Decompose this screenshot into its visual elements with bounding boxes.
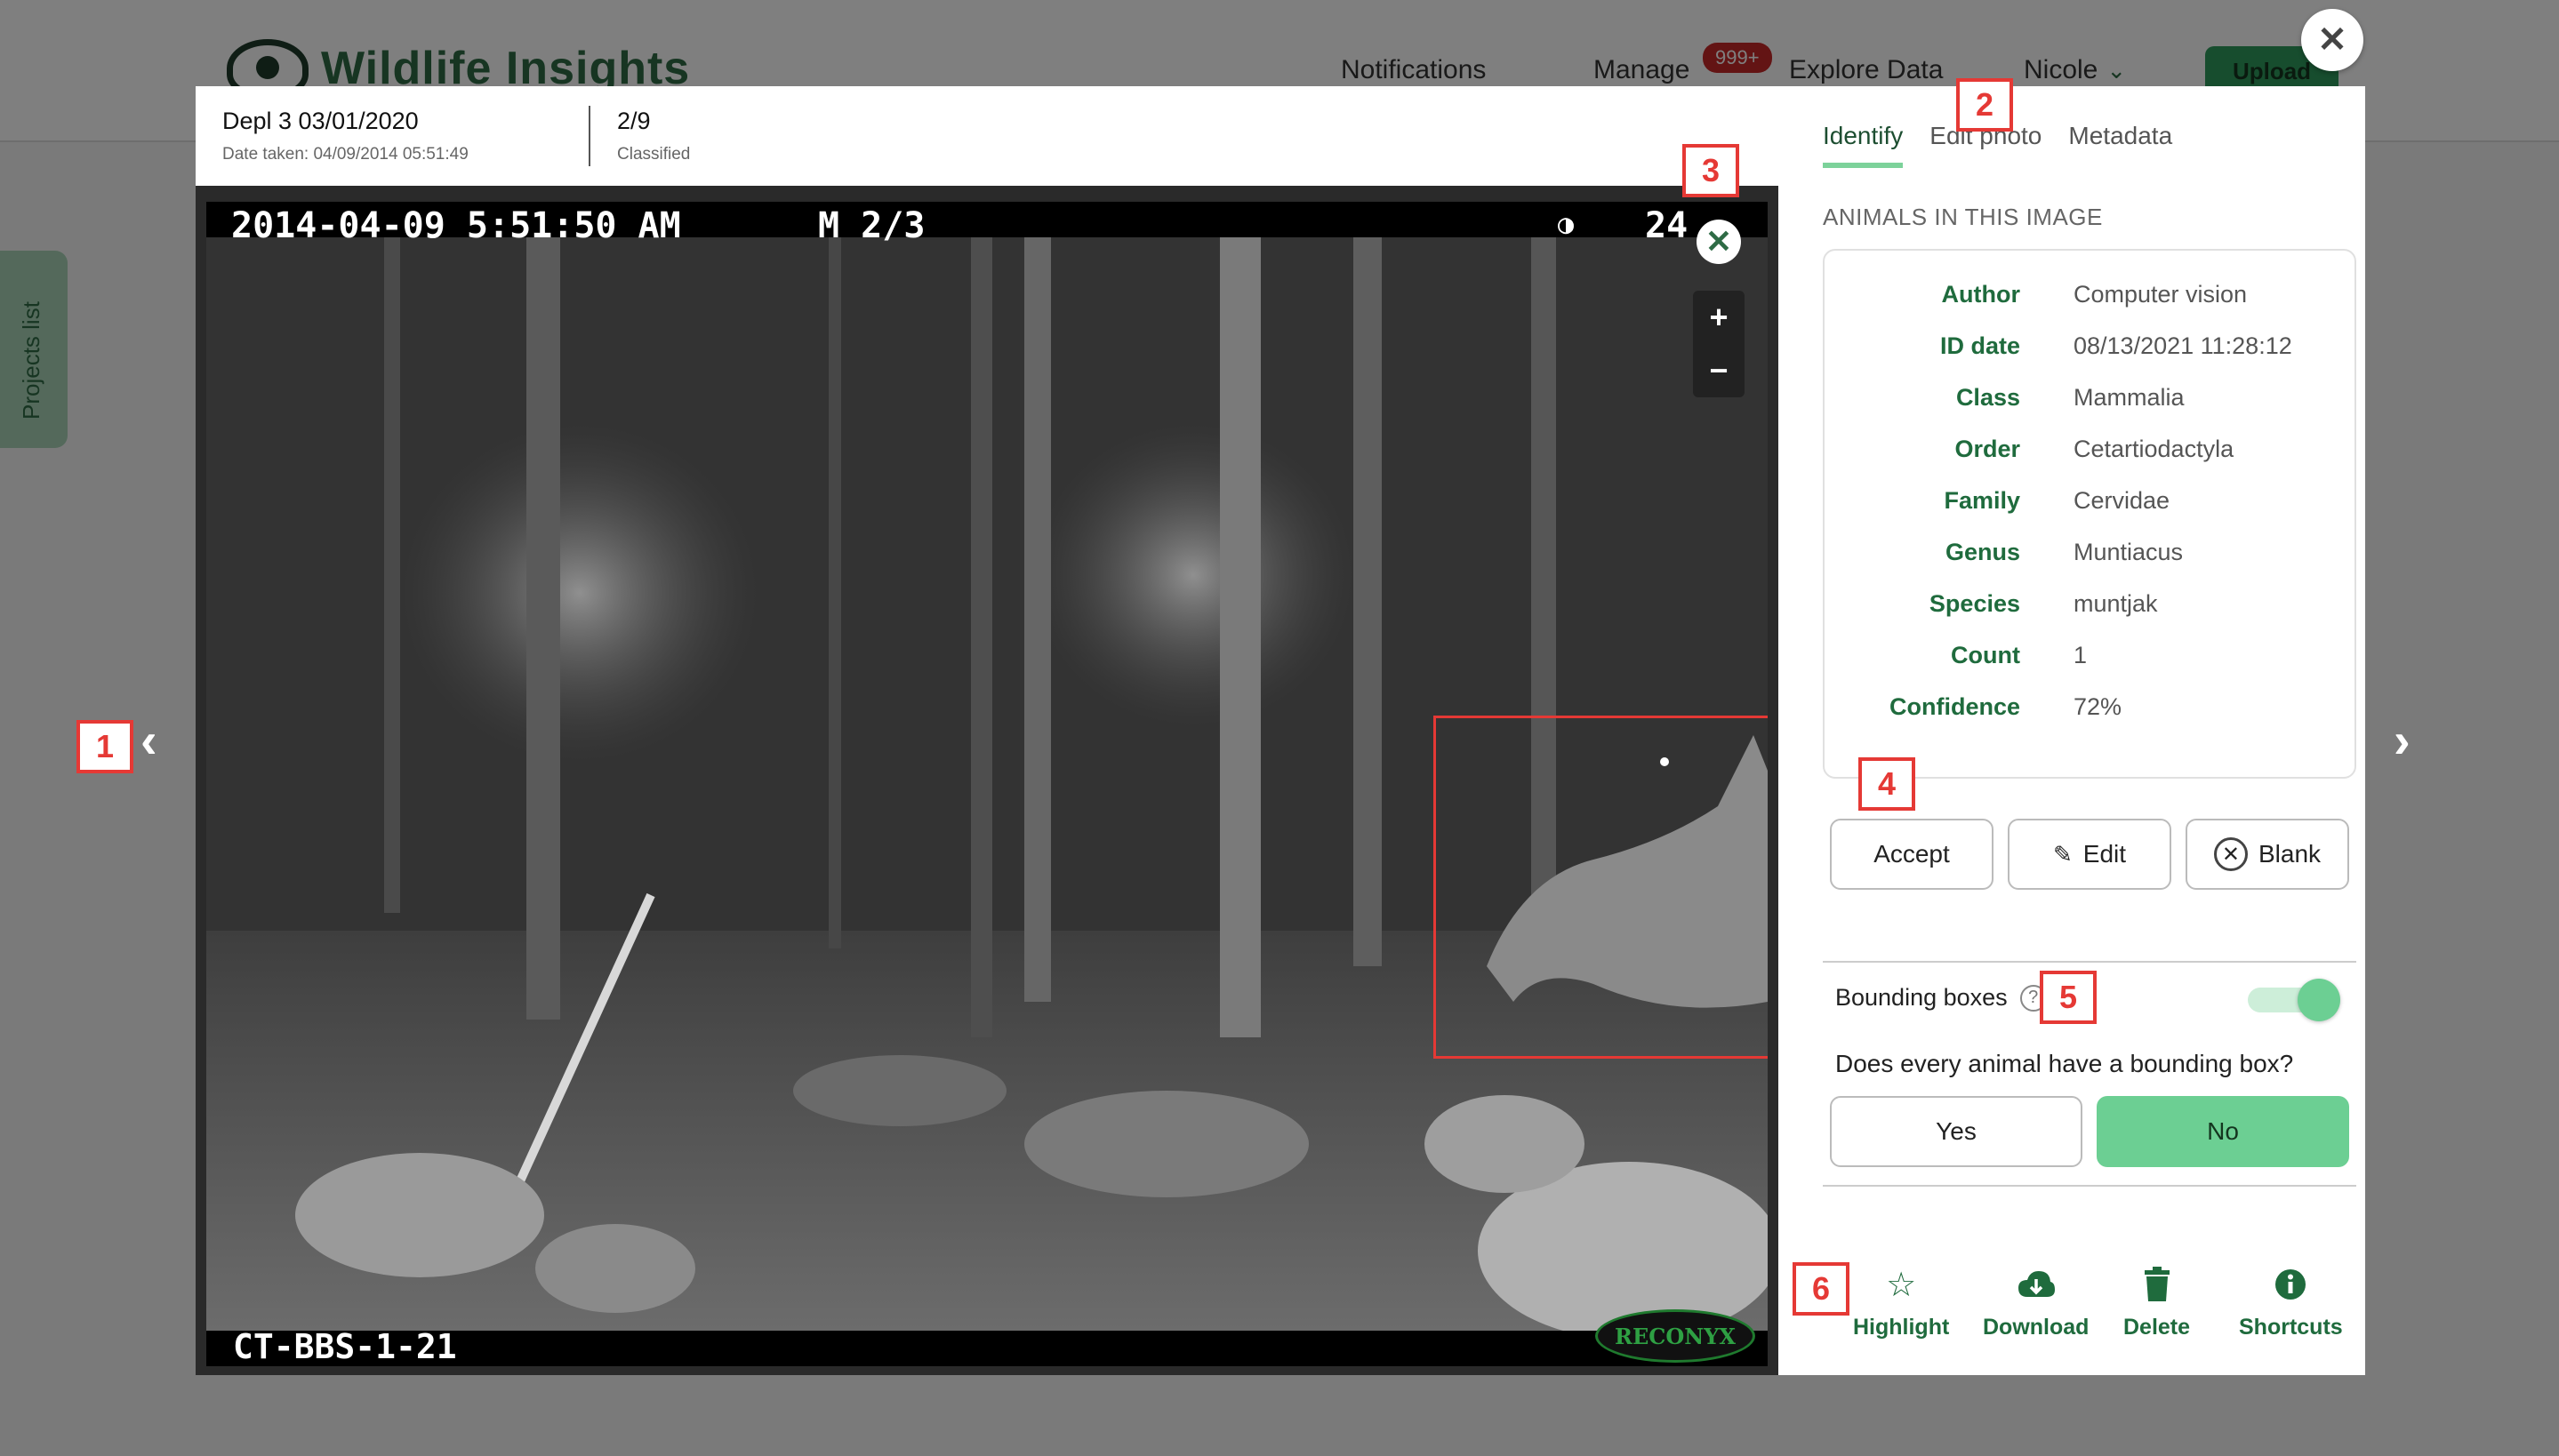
info-value: 08/13/2021 11:28:12 <box>2074 332 2292 359</box>
photo-burst: M 2/3 <box>818 205 926 246</box>
timestamp-bar: 2014-04-09 5:51:50 AM M 2/3 ◑ 24 <box>206 202 1768 246</box>
bounding-boxes-setting: Bounding boxes ? <box>1835 984 2047 1012</box>
animal-bounding-box[interactable] <box>1433 716 1768 1059</box>
info-value: Cetartiodactyla <box>2074 436 2234 462</box>
image-viewer: 2014-04-09 5:51:50 AM M 2/3 ◑ 24 ✕ + − C… <box>196 186 1778 1375</box>
info-value: Computer vision <box>2074 281 2248 308</box>
close-icon: ✕ <box>2317 20 2347 60</box>
deployment-title: Depl 3 03/01/2020 <box>222 108 419 134</box>
remove-photo-button[interactable]: ✕ <box>1697 220 1741 264</box>
photo-temperature: 24 <box>1645 205 1689 246</box>
moon-phase-icon: ◑ <box>1558 209 1575 240</box>
identification-card: Author Computer vision ID date 08/13/2021 … <box>1823 249 2356 779</box>
info-row-genus: Genus Muntiacus <box>1825 539 2358 578</box>
info-row-species: Species muntjak <box>1825 590 2358 629</box>
circle-x-icon: ✕ <box>2213 837 2248 871</box>
annotation-marker-6: 6 <box>1793 1262 1849 1316</box>
pencil-icon: ✎ <box>2052 840 2073 868</box>
toggle-knob <box>2298 979 2340 1021</box>
identify-panel: Identify Edit photo Metadata ANIMALS IN … <box>1778 86 2365 1375</box>
trash-icon <box>2143 1265 2171 1304</box>
camera-id: CT-BBS-1-21 <box>233 1327 457 1366</box>
star-icon: ☆ <box>1886 1266 1917 1304</box>
info-key: Order <box>1954 436 2020 462</box>
footer-actions: ☆ Highlight Download Delete Shortcuts <box>1823 1265 2356 1354</box>
shortcuts-button[interactable]: Shortcuts <box>2239 1265 2343 1340</box>
cloud-download-icon <box>2017 1265 2056 1304</box>
previous-image-button[interactable]: ‹ <box>140 711 157 769</box>
annotation-marker-2: 2 <box>1956 78 2013 132</box>
accept-button[interactable]: Accept <box>1830 819 1993 890</box>
annotation-marker-3: 3 <box>1682 144 1739 197</box>
info-key: Confidence <box>1889 693 2020 720</box>
chevron-left-icon: ‹ <box>140 712 157 768</box>
blank-button[interactable]: ✕ Blank <box>2186 819 2349 890</box>
no-button[interactable]: No <box>2097 1096 2349 1167</box>
info-key: Count <box>1951 642 2020 668</box>
bounding-boxes-label: Bounding boxes <box>1835 984 2008 1011</box>
info-row-id-date: ID date 08/13/2021 11:28:12 <box>1825 332 2358 372</box>
info-key: Family <box>1944 487 2020 514</box>
camera-trap-photo[interactable]: 2014-04-09 5:51:50 AM M 2/3 ◑ 24 ✕ + − C… <box>206 202 1768 1366</box>
accept-label: Accept <box>1873 840 1950 868</box>
download-label: Download <box>1983 1315 2090 1340</box>
image-position: 2/9 <box>617 108 651 134</box>
shortcuts-label: Shortcuts <box>2239 1315 2343 1340</box>
delete-button[interactable]: Delete <box>2123 1265 2190 1340</box>
tab-identify[interactable]: Identify <box>1823 122 1904 168</box>
info-row-order: Order Cetartiodactyla <box>1825 436 2358 475</box>
info-row-family: Family Cervidae <box>1825 487 2358 526</box>
annotation-marker-4: 4 <box>1858 757 1915 811</box>
info-value: muntjak <box>2074 590 2158 617</box>
info-key: Class <box>1955 384 2020 411</box>
zoom-controls: + − <box>1693 291 1745 397</box>
annotation-marker-5: 5 <box>2040 971 2097 1024</box>
info-value: 72% <box>2074 693 2122 720</box>
date-taken: Date taken: 04/09/2014 05:51:49 <box>222 145 469 164</box>
chevron-right-icon: › <box>2394 712 2411 768</box>
animals-section-label: ANIMALS IN THIS IMAGE <box>1823 204 2103 230</box>
info-value: Mammalia <box>2074 384 2185 411</box>
info-row-class: Class Mammalia <box>1825 384 2358 423</box>
info-key: Author <box>1941 281 2020 308</box>
info-key: Genus <box>1945 539 2020 565</box>
annotation-marker-1: 1 <box>76 720 133 773</box>
info-value: Muntiacus <box>2074 539 2184 565</box>
info-row-author: Author Computer vision <box>1825 281 2358 320</box>
highlight-label: Highlight <box>1853 1315 1950 1340</box>
info-value: 1 <box>2074 642 2088 668</box>
divider <box>1823 961 2356 963</box>
next-image-button[interactable]: › <box>2394 711 2411 769</box>
divider <box>1823 1185 2356 1187</box>
zoom-out-button[interactable]: − <box>1693 344 1745 397</box>
close-modal-button[interactable]: ✕ <box>2301 9 2363 71</box>
photo-timestamp: 2014-04-09 5:51:50 AM <box>231 205 681 246</box>
tab-metadata[interactable]: Metadata <box>2068 122 2172 168</box>
delete-label: Delete <box>2123 1315 2191 1340</box>
header-divider <box>589 106 590 166</box>
image-detail-modal: Depl 3 03/01/2020 Date taken: 04/09/2014… <box>196 86 2365 1375</box>
info-value: Cervidae <box>2074 487 2170 514</box>
info-row-confidence: Confidence 72% <box>1825 693 2358 732</box>
edit-label: Edit <box>2082 840 2127 868</box>
info-row-count: Count 1 <box>1825 642 2358 681</box>
download-button[interactable]: Download <box>1983 1265 2089 1340</box>
zoom-in-button[interactable]: + <box>1693 291 1745 344</box>
info-key: ID date <box>1939 332 2020 359</box>
edit-button[interactable]: ✎ Edit <box>2008 819 2171 890</box>
info-icon <box>2274 1265 2307 1304</box>
bounding-boxes-toggle[interactable] <box>2248 979 2340 1021</box>
modal-header: Depl 3 03/01/2020 Date taken: 04/09/2014… <box>196 86 1778 186</box>
yes-button[interactable]: Yes <box>1830 1096 2082 1167</box>
blank-label: Blank <box>2258 840 2322 868</box>
highlight-button[interactable]: ☆ Highlight <box>1853 1265 1949 1340</box>
reconyx-logo: RECONYX <box>1595 1309 1755 1363</box>
bounding-box-question: Does every animal have a bounding box? <box>1835 1050 2294 1077</box>
image-status: Classified <box>617 145 691 164</box>
close-icon: ✕ <box>1705 223 1733 260</box>
reconyx-logo-text: RECONYX <box>1615 1323 1736 1349</box>
info-key: Species <box>1929 590 2020 617</box>
